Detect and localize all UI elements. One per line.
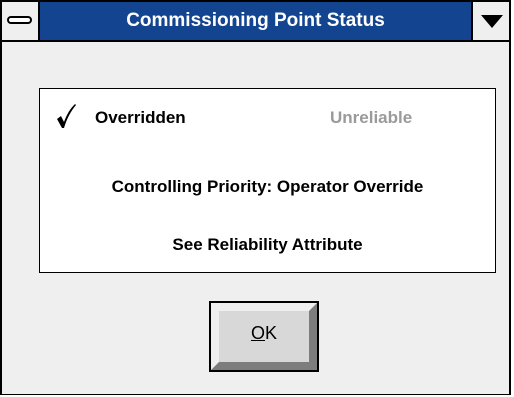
system-menu-button[interactable] <box>2 2 40 40</box>
checkmark-icon <box>57 104 76 128</box>
system-menu-icon <box>7 16 32 24</box>
controlling-priority-text: Controlling Priority: Operator Override <box>111 177 424 196</box>
unreliable-status: Unreliable <box>330 108 413 127</box>
reliability-text: See Reliability Attribute <box>172 235 363 254</box>
ok-button-face[interactable]: OK <box>211 303 317 370</box>
dialog-window: Commissioning Point Status Overridden Un… <box>0 0 511 395</box>
status-panel: Overridden Unreliable Controlling Priori… <box>39 88 496 273</box>
ok-button-label: OK <box>219 323 309 344</box>
ok-label-rest: K <box>265 323 278 343</box>
ok-button[interactable]: OK <box>209 301 319 372</box>
window-dropdown-button[interactable] <box>471 2 509 40</box>
title-bar: Commissioning Point Status <box>2 2 509 42</box>
ok-mnemonic: O <box>250 323 265 343</box>
overridden-status: Overridden <box>95 108 186 127</box>
chevron-down-icon <box>481 15 503 28</box>
window-title: Commissioning Point Status <box>126 10 385 31</box>
